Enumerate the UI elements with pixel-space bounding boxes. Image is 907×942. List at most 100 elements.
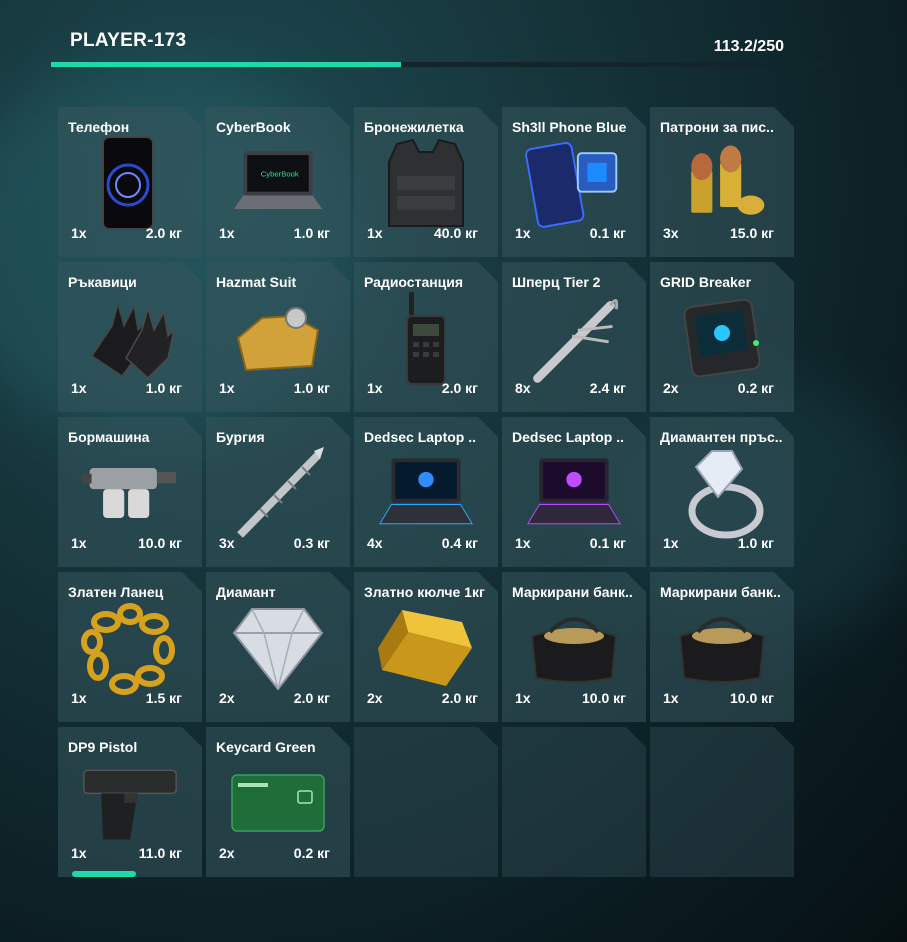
item-quantity: 1x xyxy=(515,535,531,551)
drill-icon xyxy=(80,445,180,541)
item-weight: 2.0 кг xyxy=(293,690,330,706)
item-name: Dedsec Laptop .. xyxy=(512,429,625,445)
item-quantity: 1x xyxy=(71,690,87,706)
inventory-slot[interactable]: Диамантен пръс.. 1x 1.0 кг xyxy=(650,417,794,567)
money-bag-icon xyxy=(524,600,624,696)
inventory-slot[interactable]: Радиостанция 1x 2.0 кг xyxy=(354,262,498,412)
item-name: DP9 Pistol xyxy=(68,739,138,755)
keycard-icon xyxy=(228,755,328,851)
item-name: Маркирани банк.. xyxy=(512,584,633,600)
diamond-icon xyxy=(228,600,328,696)
item-weight: 0.1 кг xyxy=(589,535,626,551)
item-weight: 1.0 кг xyxy=(293,225,330,241)
item-weight: 0.2 кг xyxy=(737,380,774,396)
item-quantity: 3x xyxy=(219,535,235,551)
radio-icon xyxy=(376,290,476,386)
item-weight: 1.0 кг xyxy=(737,535,774,551)
item-quantity: 2x xyxy=(367,690,383,706)
inventory-slot[interactable]: Златно кюлче 1кг 2x 2.0 кг xyxy=(354,572,498,722)
item-quantity: 8x xyxy=(515,380,531,396)
capacity-bar xyxy=(51,62,824,67)
drill-bit-icon xyxy=(228,445,328,541)
laptop-icon: CyberBook xyxy=(228,135,328,231)
empty-inventory-slot[interactable] xyxy=(354,727,498,877)
item-weight: 15.0 кг xyxy=(730,225,774,241)
hacker-phone-icon xyxy=(524,135,624,231)
inventory-slot[interactable]: Dedsec Laptop .. 4x 0.4 кг xyxy=(354,417,498,567)
item-name: Бронежилетка xyxy=(364,119,464,135)
inventory-slot[interactable]: CyberBook CyberBook 1x 1.0 кг xyxy=(206,107,350,257)
inventory-slot[interactable]: Маркирани банк.. 1x 10.0 кг xyxy=(650,572,794,722)
item-name: Dedsec Laptop .. xyxy=(364,429,477,445)
item-name: Бормашина xyxy=(68,429,150,445)
item-quantity: 2x xyxy=(219,690,235,706)
item-quantity: 1x xyxy=(663,690,679,706)
selected-slot-indicator xyxy=(72,871,136,877)
item-quantity: 1x xyxy=(71,225,87,241)
pistol-icon xyxy=(80,755,180,851)
inventory-slot[interactable]: Патрони за пис.. 3x 15.0 кг xyxy=(650,107,794,257)
item-name: Патрони за пис.. xyxy=(660,119,774,135)
inventory-slot[interactable]: Диамант 2x 2.0 кг xyxy=(206,572,350,722)
item-quantity: 1x xyxy=(219,380,235,396)
inventory-slot[interactable]: Dedsec Laptop .. 1x 0.1 кг xyxy=(502,417,646,567)
ammo-icon xyxy=(672,135,772,231)
phone-icon xyxy=(80,135,180,231)
inventory-slot[interactable]: Ръкавици 1x 1.0 кг xyxy=(58,262,202,412)
inventory-slot[interactable]: Маркирани банк.. 1x 10.0 кг xyxy=(502,572,646,722)
inventory-slot[interactable]: Бургия 3x 0.3 кг xyxy=(206,417,350,567)
hazmat-suit-icon xyxy=(228,290,328,386)
item-name: Диамант xyxy=(216,584,276,600)
inventory-slot[interactable]: GRID Breaker 2x 0.2 кг xyxy=(650,262,794,412)
item-name: Златно кюлче 1кг xyxy=(364,584,485,600)
item-quantity: 1x xyxy=(71,845,87,861)
item-name: Шперц Tier 2 xyxy=(512,274,601,290)
item-name: Телефон xyxy=(68,119,130,135)
inventory-slot[interactable]: DP9 Pistol 1x 11.0 кг xyxy=(58,727,202,877)
item-quantity: 1x xyxy=(515,690,531,706)
inventory-slot[interactable]: Бронежилетка 1x 40.0 кг xyxy=(354,107,498,257)
item-weight: 1.0 кг xyxy=(293,380,330,396)
item-weight: 1.0 кг xyxy=(145,380,182,396)
item-quantity: 3x xyxy=(663,225,679,241)
inventory-slot[interactable]: Sh3ll Phone Blue 1x 0.1 кг xyxy=(502,107,646,257)
item-name: CyberBook xyxy=(216,119,291,135)
item-weight: 1.5 кг xyxy=(145,690,182,706)
empty-inventory-slot[interactable] xyxy=(502,727,646,877)
inventory-slot[interactable]: Златен Ланец 1x 1.5 кг xyxy=(58,572,202,722)
item-weight: 2.4 кг xyxy=(589,380,626,396)
inventory-slot[interactable]: Hazmat Suit 1x 1.0 кг xyxy=(206,262,350,412)
item-quantity: 1x xyxy=(71,380,87,396)
item-quantity: 1x xyxy=(219,225,235,241)
item-weight: 10.0 кг xyxy=(582,690,626,706)
item-name: Бургия xyxy=(216,429,265,445)
inventory-slot[interactable]: Keycard Green 2x 0.2 кг xyxy=(206,727,350,877)
inventory-slot[interactable]: Телефон 1x 2.0 кг xyxy=(58,107,202,257)
inventory-grid: Телефон 1x 2.0 кг CyberBook CyberBook 1x … xyxy=(58,107,794,877)
item-name: Радиостанция xyxy=(364,274,464,290)
item-quantity: 1x xyxy=(71,535,87,551)
item-quantity: 4x xyxy=(367,535,383,551)
item-quantity: 1x xyxy=(663,535,679,551)
diamond-ring-icon xyxy=(672,445,772,541)
lockpick-icon xyxy=(524,290,624,386)
item-quantity: 1x xyxy=(515,225,531,241)
inventory-slot[interactable]: Бормашина 1x 10.0 кг xyxy=(58,417,202,567)
item-weight: 40.0 кг xyxy=(434,225,478,241)
dedsec-laptop-blue-icon xyxy=(376,445,476,541)
dedsec-laptop-purple-icon xyxy=(524,445,624,541)
item-weight: 11.0 кг xyxy=(138,845,182,861)
empty-inventory-slot[interactable] xyxy=(650,727,794,877)
item-name: Sh3ll Phone Blue xyxy=(512,119,627,135)
item-name: Hazmat Suit xyxy=(216,274,297,290)
item-quantity: 1x xyxy=(367,380,383,396)
gloves-icon xyxy=(80,290,180,386)
inventory-slot[interactable]: Шперц Tier 2 8x 2.4 кг xyxy=(502,262,646,412)
gold-chain-icon xyxy=(80,600,180,696)
item-name: Ръкавици xyxy=(68,274,137,290)
item-quantity: 2x xyxy=(219,845,235,861)
item-weight: 0.2 кг xyxy=(293,845,330,861)
item-name: Keycard Green xyxy=(216,739,316,755)
item-weight: 2.0 кг xyxy=(441,690,478,706)
item-quantity: 2x xyxy=(663,380,679,396)
